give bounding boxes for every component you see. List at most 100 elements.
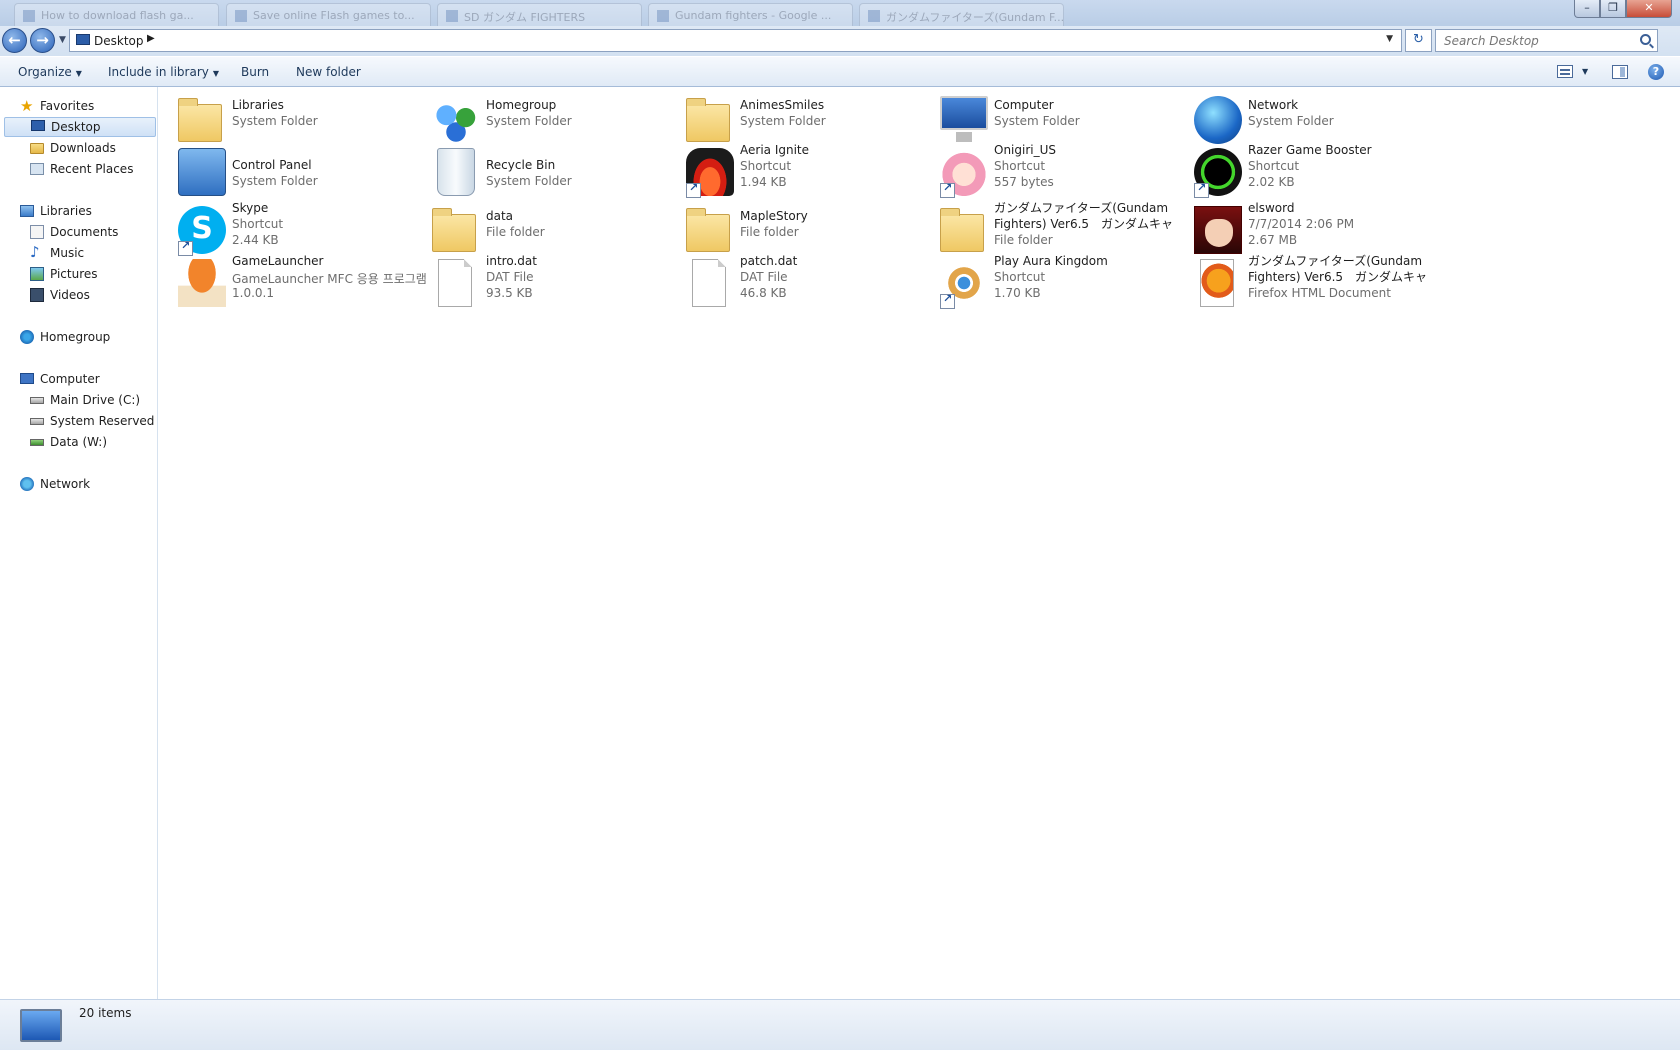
navigation-bar: ← → ▼ Desktop ▶ ▼ ↻ xyxy=(0,26,1680,56)
hard-drive-icon xyxy=(30,418,44,425)
nav-favorites[interactable]: ★ Favorites xyxy=(20,97,94,115)
file-icon xyxy=(692,259,726,307)
refresh-button[interactable]: ↻ xyxy=(1405,29,1432,52)
title-bar: How to download flash ga... Save online … xyxy=(0,0,1680,26)
recent-pages-dropdown[interactable]: ▼ xyxy=(59,35,66,45)
command-bar: Organize ▼ Include in library ▼ Burn New f… xyxy=(0,56,1680,87)
nav-main-drive[interactable]: Main Drive (C:) xyxy=(30,393,140,407)
nav-system-reserved[interactable]: System Reserved (E:) xyxy=(30,414,158,428)
new-folder-button[interactable]: New folder xyxy=(296,65,361,79)
nav-homegroup[interactable]: Homegroup xyxy=(20,330,110,344)
pictures-icon xyxy=(30,267,44,281)
browser-tab[interactable]: SD ガンダム FIGHTERS xyxy=(437,3,642,26)
computer-icon xyxy=(20,373,34,384)
view-options-dropdown[interactable]: ▼ xyxy=(1582,67,1588,76)
search-box[interactable] xyxy=(1435,29,1658,52)
item-recycle-bin[interactable]: Recycle Bin System Folder xyxy=(432,146,682,198)
item-razer-game-booster[interactable]: Razer Game Booster Shortcut 2.02 KB xyxy=(1194,143,1444,198)
item-gundam-html[interactable]: ガンダムファイターズ(Gundam Fighters) Ver6.5 ガンダムキ… xyxy=(1194,254,1444,309)
item-aeria-ignite[interactable]: Aeria Ignite Shortcut 1.94 KB xyxy=(686,143,936,198)
browser-tab[interactable]: Save online Flash games to... xyxy=(226,3,431,26)
item-homegroup[interactable]: Homegroup System Folder xyxy=(432,94,682,146)
computer-icon xyxy=(940,96,988,142)
include-in-library-button[interactable]: Include in library ▼ xyxy=(108,65,219,79)
nav-videos[interactable]: Videos xyxy=(30,288,90,302)
address-bar[interactable]: Desktop ▶ ▼ xyxy=(69,29,1402,52)
nav-recent-places[interactable]: Recent Places xyxy=(30,162,133,176)
item-control-panel[interactable]: Control Panel System Folder xyxy=(178,146,428,198)
restore-button[interactable]: ❐ xyxy=(1600,0,1626,18)
nav-pictures[interactable]: Pictures xyxy=(30,267,98,281)
nav-music[interactable]: ♪ Music xyxy=(30,243,84,261)
minimize-button[interactable]: – xyxy=(1574,0,1600,18)
user-folder-icon xyxy=(686,98,730,142)
search-icon[interactable] xyxy=(1640,34,1651,45)
folder-icon xyxy=(432,208,476,252)
item-patch-dat[interactable]: patch.dat DAT File 46.8 KB xyxy=(686,254,936,309)
homegroup-icon xyxy=(432,96,480,144)
homegroup-icon xyxy=(20,330,34,344)
chevron-down-icon: ▼ xyxy=(212,69,220,78)
network-icon xyxy=(1194,96,1242,144)
nav-downloads[interactable]: Downloads xyxy=(30,141,116,155)
nav-libraries[interactable]: Libraries xyxy=(20,204,92,218)
data-drive-icon xyxy=(30,439,44,446)
documents-icon xyxy=(30,225,44,239)
close-button[interactable]: ✕ xyxy=(1626,0,1672,18)
browser-tab[interactable]: How to download flash ga... xyxy=(14,3,219,26)
details-pane: 20 items xyxy=(0,999,1680,1050)
address-location[interactable]: Desktop xyxy=(94,34,144,48)
libraries-icon xyxy=(178,98,222,142)
folder-icon xyxy=(940,208,984,252)
breadcrumb-arrow-icon[interactable]: ▶ xyxy=(147,33,155,44)
nav-network[interactable]: Network xyxy=(20,477,90,491)
hard-drive-icon xyxy=(30,397,44,404)
organize-button[interactable]: Organize ▼ xyxy=(18,65,82,79)
navigation-pane: ★ Favorites Desktop Downloads Recent Pla… xyxy=(0,87,158,999)
recent-places-icon xyxy=(30,163,44,175)
forward-button[interactable]: → xyxy=(30,28,55,53)
nav-data-drive[interactable]: Data (W:) xyxy=(30,435,107,449)
videos-icon xyxy=(30,288,44,302)
control-panel-icon xyxy=(178,148,226,196)
star-icon: ★ xyxy=(20,97,34,115)
file-list: Libraries System Folder Homegroup System… xyxy=(158,87,1680,999)
browser-tab[interactable]: Gundam fighters - Google ... xyxy=(648,3,853,26)
item-play-aura-kingdom[interactable]: Play Aura Kingdom Shortcut 1.70 KB xyxy=(940,254,1190,309)
burn-button[interactable]: Burn xyxy=(241,65,269,79)
browser-tab[interactable]: ガンダムファイターズ(Gundam F... xyxy=(859,3,1064,26)
item-data-folder[interactable]: data File folder xyxy=(432,204,682,256)
elsword-icon xyxy=(1194,206,1242,254)
address-history-dropdown[interactable]: ▼ xyxy=(1386,34,1393,44)
firefox-document-icon xyxy=(1200,259,1234,307)
item-libraries[interactable]: Libraries System Folder xyxy=(178,94,428,146)
libraries-icon xyxy=(20,205,34,217)
search-input[interactable] xyxy=(1444,31,1634,51)
back-button[interactable]: ← xyxy=(2,28,27,53)
item-elsword[interactable]: elsword 7/7/2014 2:06 PM 2.67 MB xyxy=(1194,201,1444,256)
item-count: 20 items xyxy=(79,1006,132,1020)
preview-pane-icon[interactable] xyxy=(1612,65,1628,79)
change-view-icon[interactable] xyxy=(1557,65,1573,78)
music-icon: ♪ xyxy=(30,243,40,261)
nav-desktop[interactable]: Desktop xyxy=(4,117,156,137)
network-icon xyxy=(20,477,34,491)
shortcut-arrow-icon xyxy=(686,181,701,198)
nav-documents[interactable]: Documents xyxy=(30,225,118,239)
item-intro-dat[interactable]: intro.dat DAT File 93.5 KB xyxy=(432,254,682,309)
shortcut-arrow-icon xyxy=(1194,181,1209,198)
item-gundam-folder[interactable]: ガンダムファイターズ(Gundam Fighters) Ver6.5 ガンダムキ… xyxy=(940,201,1190,256)
item-skype[interactable]: S Skype Shortcut 2.44 KB xyxy=(178,201,428,256)
file-icon xyxy=(438,259,472,307)
help-icon[interactable]: ? xyxy=(1648,64,1664,80)
recycle-bin-icon xyxy=(437,148,475,196)
item-network[interactable]: Network System Folder xyxy=(1194,94,1444,146)
item-gamelauncher[interactable]: GameLauncher GameLauncher MFC 응용 프로그램 1.… xyxy=(178,254,428,309)
item-onigiri-us[interactable]: Onigiri_US Shortcut 557 bytes xyxy=(940,143,1190,198)
downloads-icon xyxy=(30,143,44,154)
nav-computer[interactable]: Computer xyxy=(20,372,100,386)
item-maplestory-folder[interactable]: MapleStory File folder xyxy=(686,204,936,256)
item-computer[interactable]: Computer System Folder xyxy=(940,94,1190,146)
item-animessmiles[interactable]: AnimesSmiles System Folder xyxy=(686,94,936,146)
chevron-down-icon: ▼ xyxy=(75,69,82,78)
